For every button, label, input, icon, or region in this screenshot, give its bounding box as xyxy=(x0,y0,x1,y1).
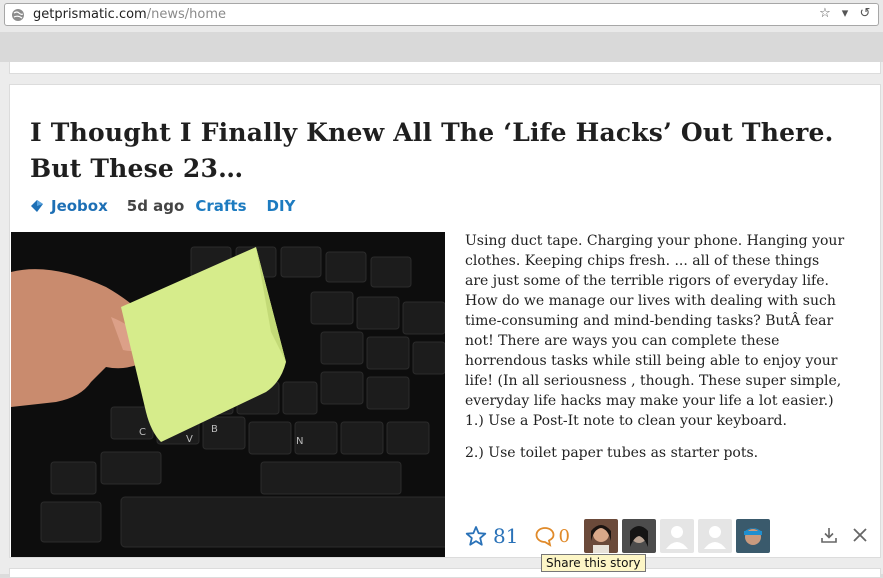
browser-toolbar: getprismatic.com/news/home ☆ ▾ ↺ xyxy=(0,0,883,32)
url-path: /news/home xyxy=(146,7,226,22)
comment-button[interactable]: 0 xyxy=(534,525,570,547)
svg-text:V: V xyxy=(186,434,193,445)
tag-link[interactable]: Crafts xyxy=(195,197,246,215)
url-domain: getprismatic.com xyxy=(33,7,147,22)
svg-text:N: N xyxy=(296,436,303,447)
previous-story-card xyxy=(9,62,881,74)
comment-bubble-icon xyxy=(536,527,555,547)
reload-icon[interactable]: ↺ xyxy=(858,6,872,22)
bookmark-star-icon[interactable]: ☆ xyxy=(818,6,832,22)
svg-text:C: C xyxy=(139,427,146,438)
story-age: 5d ago xyxy=(126,197,185,215)
like-count: 81 xyxy=(493,524,519,548)
story-summary[interactable]: Using duct tape. Charging your phone. Ha… xyxy=(465,231,845,475)
source-icon xyxy=(31,200,43,212)
comment-count: 0 xyxy=(558,525,570,547)
url-text: getprismatic.com/news/home xyxy=(33,7,226,22)
svg-text:B: B xyxy=(211,424,218,435)
globe-icon xyxy=(12,9,24,21)
avatar[interactable] xyxy=(697,519,732,553)
news-feed: I Thought I Finally Knew All The ‘Life H… xyxy=(0,62,883,578)
source-link[interactable]: Jeobox xyxy=(51,197,108,215)
next-story-card xyxy=(9,568,881,578)
star-icon xyxy=(465,526,487,546)
story-card: I Thought I Finally Knew All The ‘Life H… xyxy=(9,84,881,558)
story-meta: Jeobox 5d ago Crafts DIY xyxy=(30,196,315,216)
avatar[interactable] xyxy=(583,519,618,553)
avatar[interactable] xyxy=(735,519,770,553)
avatar[interactable] xyxy=(621,519,656,553)
address-bar[interactable]: getprismatic.com/news/home ☆ ▾ ↺ xyxy=(4,3,879,26)
story-actions: 81 0 xyxy=(465,518,770,554)
share-tooltip: Share this story xyxy=(541,554,646,572)
avatar[interactable] xyxy=(659,519,694,553)
summary-paragraph: Using duct tape. Charging your phone. Ha… xyxy=(465,233,845,429)
keyboard-photo: C V B N xyxy=(11,232,445,557)
story-title[interactable]: I Thought I Finally Knew All The ‘Life H… xyxy=(30,115,850,187)
like-button[interactable]: 81 xyxy=(465,524,518,548)
download-icon[interactable] xyxy=(820,526,838,544)
dropdown-arrow-icon[interactable]: ▾ xyxy=(838,6,852,22)
card-controls xyxy=(820,526,868,544)
tag-link[interactable]: DIY xyxy=(267,197,296,215)
sharer-avatars xyxy=(583,519,770,553)
toolbar-spacer xyxy=(0,32,883,62)
summary-paragraph: 2.) Use toilet paper tubes as starter po… xyxy=(465,445,759,461)
story-image[interactable]: C V B N xyxy=(11,232,445,557)
close-icon[interactable] xyxy=(852,527,868,543)
